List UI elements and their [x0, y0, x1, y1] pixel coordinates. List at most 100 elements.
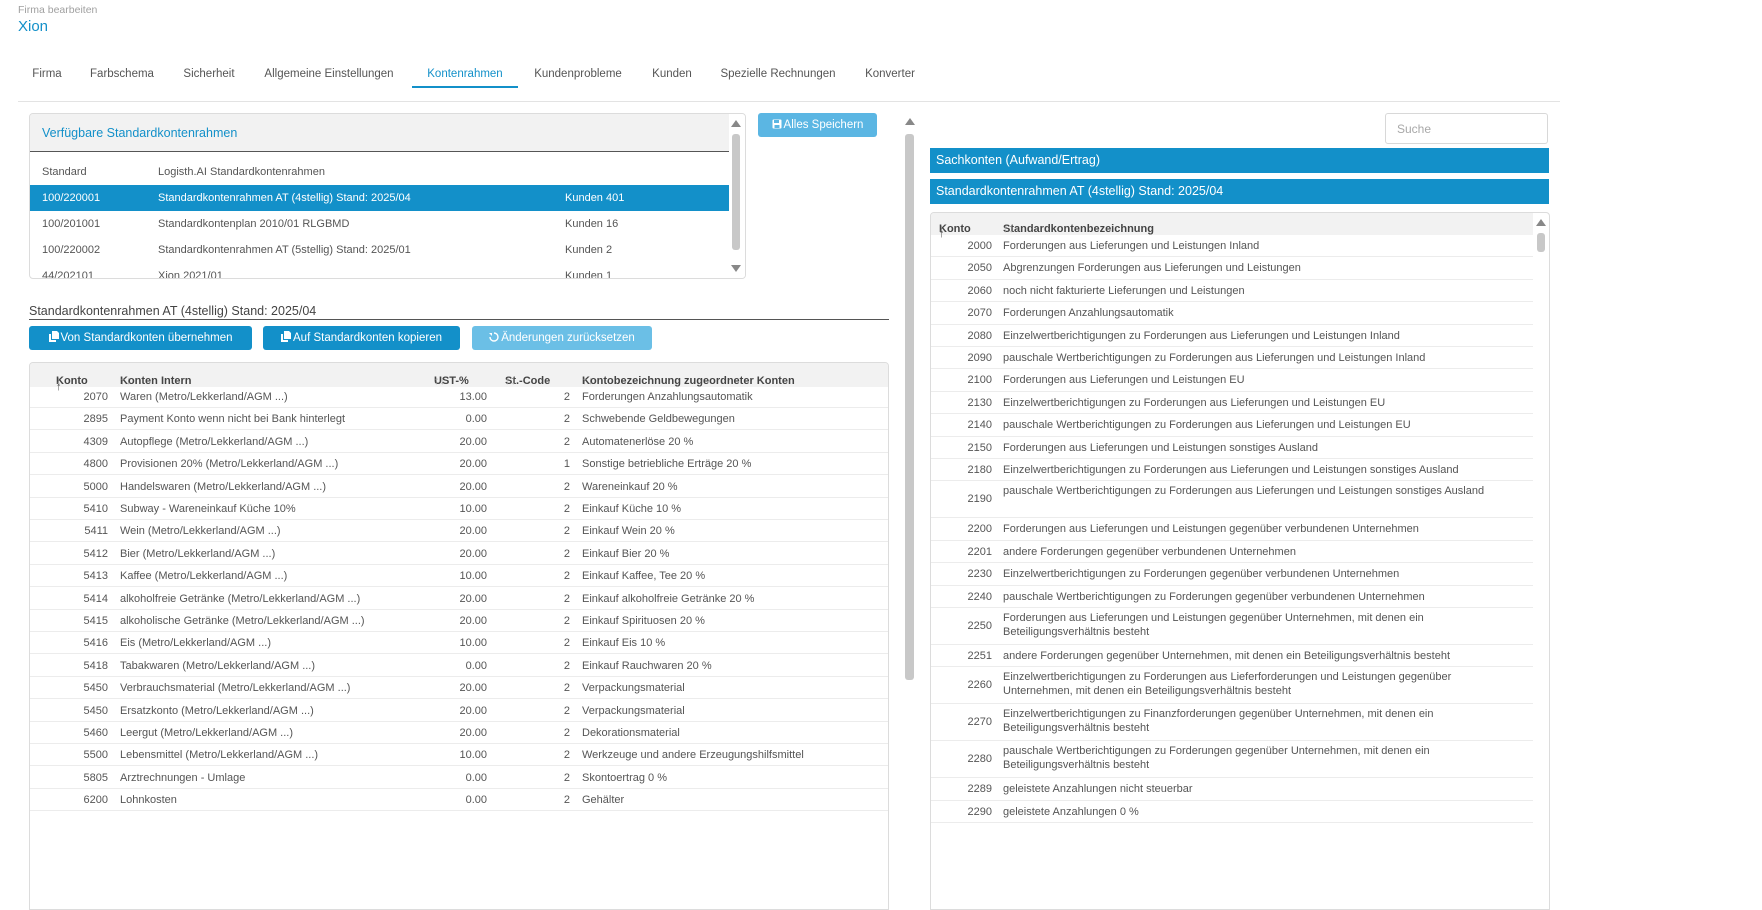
vat-percent: 10.00 — [459, 503, 487, 515]
file-copy-icon — [48, 331, 59, 342]
account-number: 5500 — [83, 749, 108, 762]
table-row[interactable]: 2240 pauschale Wertberichtigungen zu Ford… — [931, 586, 1533, 608]
account-name: Forderungen aus Lieferungen und Leistung… — [1003, 612, 1424, 638]
mapped-account-name: Forderungen Anzahlungsautomatik — [582, 391, 753, 403]
tax-code: 2 — [563, 704, 570, 717]
company-title: Xion — [18, 18, 49, 35]
table-row[interactable]: 2289 geleistete Anzahlungen nicht steuerb… — [931, 778, 1533, 801]
table-row[interactable]: 2140 pauschale Wertberichtigungen zu Ford… — [931, 414, 1533, 437]
table-row[interactable]: 2080 Einzelwertberichtigungen zu Forderun… — [931, 325, 1533, 347]
table-row[interactable]: 2250 Forderungen aus Lieferungen und Leis… — [931, 608, 1533, 645]
vat-percent: 10.00 — [459, 570, 487, 583]
vat-percent: 0.00 — [465, 771, 487, 784]
table-row[interactable]: 2050 Abgrenzungen Forderungen aus Lieferu… — [931, 257, 1533, 280]
vat-percent: 20.00 — [459, 704, 487, 717]
available-scrollbar[interactable] — [729, 114, 745, 278]
account-number: 2290 — [967, 805, 992, 818]
table-row[interactable]: 2100 Forderungen aus Lieferungen und Leis… — [931, 369, 1533, 392]
scroll-up-icon[interactable] — [1536, 219, 1546, 226]
standard-accounts-scrollbar[interactable] — [1533, 213, 1549, 909]
chart-name: Standardkontenrahmen AT (5stellig) Stand… — [158, 244, 411, 256]
table-row[interactable]: 5415 alkoholische Getränke (Metro/Lekkerl… — [30, 610, 888, 632]
tab-kundenprobleme[interactable]: Kundenprobleme — [526, 60, 630, 88]
table-row[interactable]: 5416 Eis (Metro/Lekkerland/AGM ...) 10.00 2… — [30, 632, 888, 655]
table-row[interactable]: 2060 noch nicht fakturierte Lieferungen u… — [931, 280, 1533, 303]
table-row[interactable]: 5411 Wein (Metro/Lekkerland/AGM ...) 20.00… — [30, 520, 888, 543]
account-name: Einzelwertberichtigungen zu Forderungen … — [1003, 568, 1400, 581]
table-row[interactable]: 5000 Handelswaren (Metro/Lekkerland/AGM .… — [30, 476, 888, 498]
scroll-up-icon[interactable] — [905, 118, 915, 125]
internal-account: Payment Konto wenn nicht bei Bank hinter… — [120, 413, 346, 426]
reset-button[interactable]: Änderungen zurücksetzen — [472, 326, 652, 350]
scroll-thumb[interactable] — [1537, 233, 1545, 252]
chart-name: Standardkontenplan 2010/01 RLGBMD — [158, 218, 350, 230]
table-row[interactable]: 5460 Leergut (Metro/Lekkerland/AGM ...) 20… — [30, 722, 888, 744]
tab-sicherheit[interactable]: Sicherheit — [174, 60, 244, 88]
sort-arrows-icon[interactable]: ↑↓ — [939, 223, 945, 240]
available-row-standard[interactable]: Standard Logisth.AI Standardkontenrahmen — [30, 159, 729, 185]
table-row[interactable]: 2290 geleistete Anzahlungen 0 % — [931, 801, 1533, 824]
table-row[interactable]: 2201 andere Forderungen gegenüber verbund… — [931, 541, 1533, 564]
available-row[interactable]: 100/220002 Standardkontenrahmen AT (5ste… — [30, 237, 729, 263]
save-all-button[interactable]: Alles Speichern — [758, 113, 877, 137]
available-row[interactable]: 44/202101 Xion 2021/01 Kunden 1 — [30, 263, 729, 279]
internal-account: Leergut (Metro/Lekkerland/AGM ...) — [120, 727, 294, 739]
search-input[interactable] — [1385, 113, 1548, 144]
copy-to-button[interactable]: Auf Standardkonten kopieren — [263, 326, 460, 350]
table-row[interactable]: 2090 pauschale Wertberichtigungen zu Ford… — [931, 347, 1533, 370]
table-row[interactable]: 5412 Bier (Metro/Lekkerland/AGM ...) 20.00… — [30, 543, 888, 565]
account-name: Einzelwertberichtigungen zu Forderungen … — [1003, 396, 1386, 409]
available-row-selected[interactable]: 100/220001 Standardkontenrahmen AT (4ste… — [30, 185, 729, 211]
table-row[interactable]: 5418 Tabakwaren (Metro/Lekkerland/AGM ...… — [30, 655, 888, 677]
table-row[interactable]: 4309 Autopflege (Metro/Lekkerland/AGM ...… — [30, 431, 888, 453]
table-row[interactable]: 2270 Einzelwertberichtigungen zu Finanzfo… — [931, 704, 1533, 742]
account-number: 2289 — [967, 783, 992, 796]
table-row[interactable]: 5410 Subway - Wareneinkauf Küche 10% 10.00… — [30, 498, 888, 520]
account-name: Einzelwertberichtigungen zu Finanzforder… — [1003, 708, 1434, 735]
table-row[interactable]: 2895 Payment Konto wenn nicht bei Bank hi… — [30, 408, 888, 431]
scroll-down-icon[interactable] — [731, 265, 741, 272]
tab-konverter[interactable]: Konverter — [854, 60, 926, 88]
table-row[interactable]: 6200 Lohnkosten 0.00 2 Gehälter — [30, 789, 888, 812]
table-row[interactable]: 2200 Forderungen aus Lieferungen und Leis… — [931, 518, 1533, 541]
table-row[interactable]: 2130 Einzelwertberichtigungen zu Forderun… — [931, 392, 1533, 415]
account-name: geleistete Anzahlungen nicht steuerbar — [1003, 783, 1193, 796]
account-name: pauschale Wertberichtigungen zu Forderun… — [1003, 485, 1485, 498]
available-row[interactable]: 100/201001 Standardkontenplan 2010/01 RL… — [30, 211, 729, 237]
account-number: 2140 — [967, 419, 992, 432]
tax-code: 2 — [563, 615, 570, 627]
table-row[interactable]: 2230 Einzelwertberichtigungen zu Forderun… — [931, 563, 1533, 586]
table-row[interactable]: 5414 alkoholfreie Getränke (Metro/Lekkerl… — [30, 588, 888, 610]
table-row[interactable]: 2000 Forderungen aus Lieferungen und Leis… — [931, 235, 1533, 258]
tab-allgemeine-einstellungen[interactable]: Allgemeine Einstellungen — [254, 60, 404, 88]
table-row[interactable]: 2070 Forderungen Anzahlungsautomatik — [931, 302, 1533, 325]
table-row[interactable]: 4800 Provisionen 20% (Metro/Lekkerland/AG… — [30, 453, 888, 476]
account-number: 5460 — [83, 727, 108, 739]
page-scrollbar[interactable] — [904, 118, 916, 680]
table-row[interactable]: 2070 Waren (Metro/Lekkerland/AGM ...) 13.0… — [30, 386, 888, 408]
table-row[interactable]: 2260 Einzelwertberichtigungen zu Forderun… — [931, 667, 1533, 705]
table-row[interactable]: 5500 Lebensmittel (Metro/Lekkerland/AGM .… — [30, 744, 888, 767]
take-over-button[interactable]: Von Standardkonten übernehmen — [29, 326, 252, 350]
tab-kunden[interactable]: Kunden — [642, 60, 702, 88]
tab-spezielle-rechnungen[interactable]: Spezielle Rechnungen — [714, 60, 842, 88]
table-row[interactable]: 5413 Kaffee (Metro/Lekkerland/AGM ...) 10.… — [30, 565, 888, 588]
table-row[interactable]: 5805 Arztrechnungen - Umlage 0.00 2 Skontoer… — [30, 767, 888, 789]
scroll-up-icon[interactable] — [731, 120, 741, 127]
sort-arrows-icon[interactable]: ↑↓ — [1003, 223, 1014, 235]
table-row[interactable]: 5450 Ersatzkonto (Metro/Lekkerland/AGM ..… — [30, 700, 888, 722]
table-row[interactable]: 2251 andere Forderungen gegenüber Unterne… — [931, 645, 1533, 668]
chart-id: 100/220002 — [42, 244, 101, 256]
table-row[interactable]: 2280 pauschale Wertberichtigungen zu Ford… — [931, 741, 1533, 779]
tab-firma[interactable]: Firma — [18, 60, 76, 88]
tab-kontenrahmen[interactable]: Kontenrahmen — [412, 60, 518, 88]
table-row[interactable]: 2190 pauschale Wertberichtigungen zu Ford… — [931, 481, 1533, 519]
table-row[interactable]: 5450 Verbrauchsmaterial (Metro/Lekkerland… — [30, 677, 888, 700]
table-row[interactable]: 2150 Forderungen aus Lieferungen und Leis… — [931, 437, 1533, 459]
account-number: 2130 — [967, 396, 992, 409]
tab-farbschema[interactable]: Farbschema — [80, 60, 164, 88]
scroll-thumb[interactable] — [905, 134, 914, 680]
table-row[interactable]: 2180 Einzelwertberichtigungen zu Forderun… — [931, 459, 1533, 482]
scroll-thumb[interactable] — [732, 134, 740, 250]
chart-name: Xion 2021/01 — [158, 270, 223, 279]
